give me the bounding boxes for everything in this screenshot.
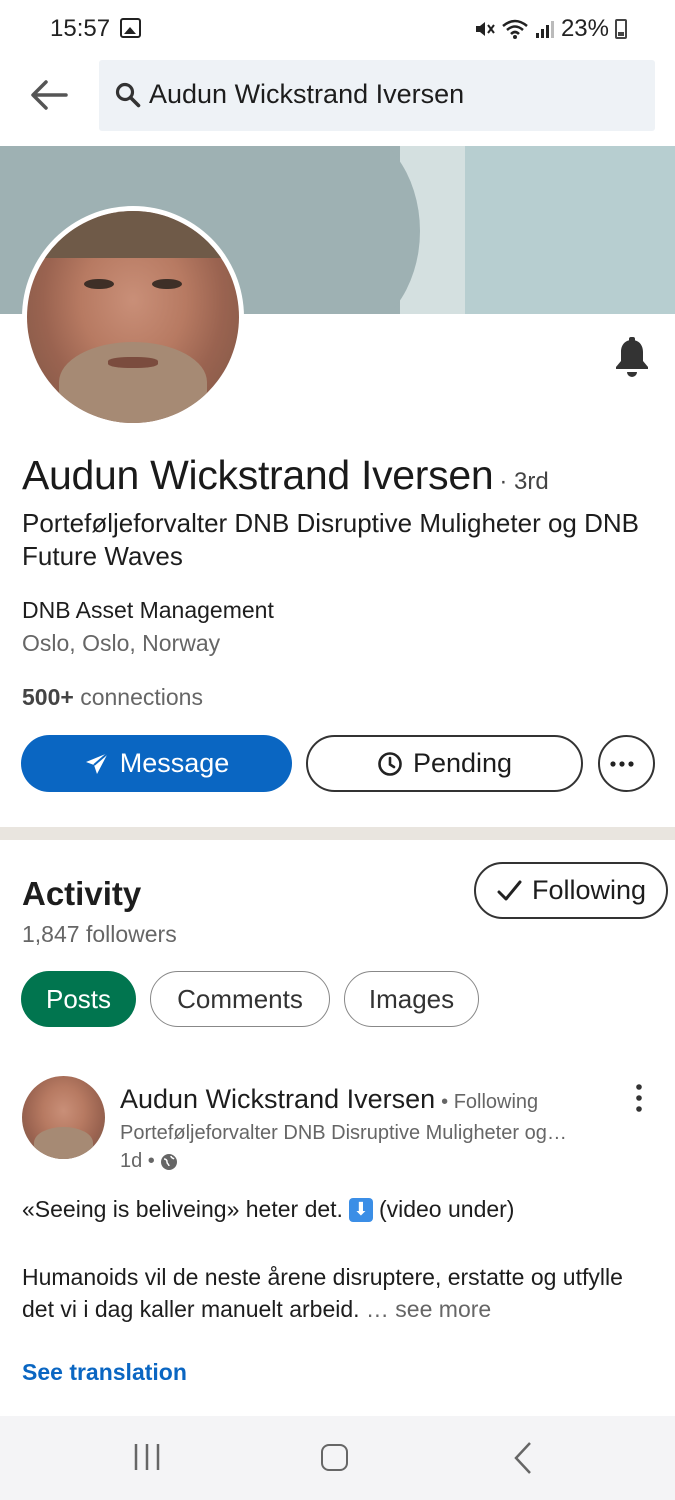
- see-translation-link[interactable]: See translation: [22, 1359, 187, 1386]
- message-button-label: Message: [119, 748, 230, 778]
- post-line1-after: (video under): [378, 1196, 515, 1222]
- see-more-link[interactable]: … see more: [360, 1296, 491, 1322]
- pending-button[interactable]: Pending: [306, 735, 583, 792]
- nav-back-icon[interactable]: [512, 1441, 534, 1475]
- status-time: 15:57: [50, 15, 111, 42]
- down-arrow-emoji-icon: ⬇: [348, 1197, 373, 1222]
- tab-comments-label: Comments: [177, 983, 303, 1014]
- activity-heading: Activity: [22, 875, 142, 912]
- wifi-icon: [502, 19, 528, 39]
- back-arrow-icon[interactable]: [26, 72, 72, 118]
- tab-posts-label: Posts: [45, 983, 112, 1014]
- section-divider: [0, 827, 675, 840]
- signal-icon: [535, 21, 554, 38]
- profile-name-row: Audun Wickstrand Iversen · 3rd: [22, 452, 549, 499]
- home-button-icon[interactable]: [321, 1444, 348, 1471]
- gallery-notification-icon: [120, 18, 141, 38]
- system-navbar: [0, 1416, 675, 1500]
- post-age: 1d •: [120, 1150, 155, 1172]
- post-line1-before: «Seeing is beliveing» heter det.: [22, 1196, 343, 1222]
- search-input[interactable]: Audun Wickstrand Iversen: [99, 60, 655, 131]
- battery-percent: 23%: [560, 15, 609, 42]
- connections-label: connections: [73, 684, 203, 710]
- post-author-avatar[interactable]: [22, 1076, 105, 1159]
- profile-company[interactable]: DNB Asset Management: [22, 597, 274, 624]
- search-icon: [115, 82, 141, 108]
- following-button[interactable]: Following: [474, 862, 668, 919]
- connection-degree: · 3rd: [499, 468, 549, 495]
- mute-icon: [475, 22, 495, 36]
- post-author-headline: Porteføljeforvalter DNB Disruptive Mulig…: [120, 1122, 567, 1144]
- tab-images-label: Images: [368, 983, 455, 1014]
- clock-icon: [378, 751, 402, 776]
- profile-headline: Porteføljeforvalter DNB Disruptive Mulig…: [22, 508, 639, 571]
- connections-number: 500+: [22, 684, 74, 710]
- status-indicators: 23%: [473, 15, 627, 43]
- post-body-text: Humanoids vil de neste årene disruptere,…: [22, 1264, 623, 1322]
- profile-avatar[interactable]: [22, 206, 244, 428]
- recent-apps-icon[interactable]: [133, 1442, 161, 1472]
- send-icon: [85, 751, 109, 774]
- profile-location: Oslo, Oslo, Norway: [22, 630, 221, 656]
- checkmark-icon: [497, 880, 522, 900]
- more-horizontal-icon: [609, 760, 634, 767]
- post-body: Humanoids vil de neste årene disruptere,…: [22, 1261, 652, 1325]
- connections-count[interactable]: 500+ connections: [22, 684, 203, 711]
- tab-posts[interactable]: Posts: [21, 971, 136, 1027]
- pending-button-label: Pending: [412, 748, 513, 778]
- battery-icon: [615, 19, 627, 39]
- status-bar: 15:57 23%: [0, 0, 675, 58]
- tab-images[interactable]: Images: [344, 971, 479, 1027]
- more-options-button[interactable]: [598, 735, 655, 792]
- followers-count: 1,847 followers: [22, 921, 177, 947]
- post-meta: 1d •: [120, 1150, 178, 1173]
- following-button-label: Following: [531, 875, 647, 905]
- post-menu-icon[interactable]: [628, 1083, 650, 1113]
- post-following-status: • Following: [441, 1091, 539, 1113]
- profile-name: Audun Wickstrand Iversen: [22, 452, 494, 498]
- post-author-name: Audun Wickstrand Iversen: [120, 1084, 436, 1114]
- tab-comments[interactable]: Comments: [150, 971, 330, 1027]
- post-author-row[interactable]: Audun Wickstrand Iversen • Following: [120, 1084, 538, 1115]
- post-text-first-line: «Seeing is beliveing» heter det. ⬇ (vide…: [22, 1196, 514, 1223]
- search-query: Audun Wickstrand Iversen: [149, 79, 465, 109]
- globe-icon: [160, 1153, 177, 1170]
- message-button[interactable]: Message: [21, 735, 292, 792]
- bell-icon[interactable]: [612, 336, 652, 378]
